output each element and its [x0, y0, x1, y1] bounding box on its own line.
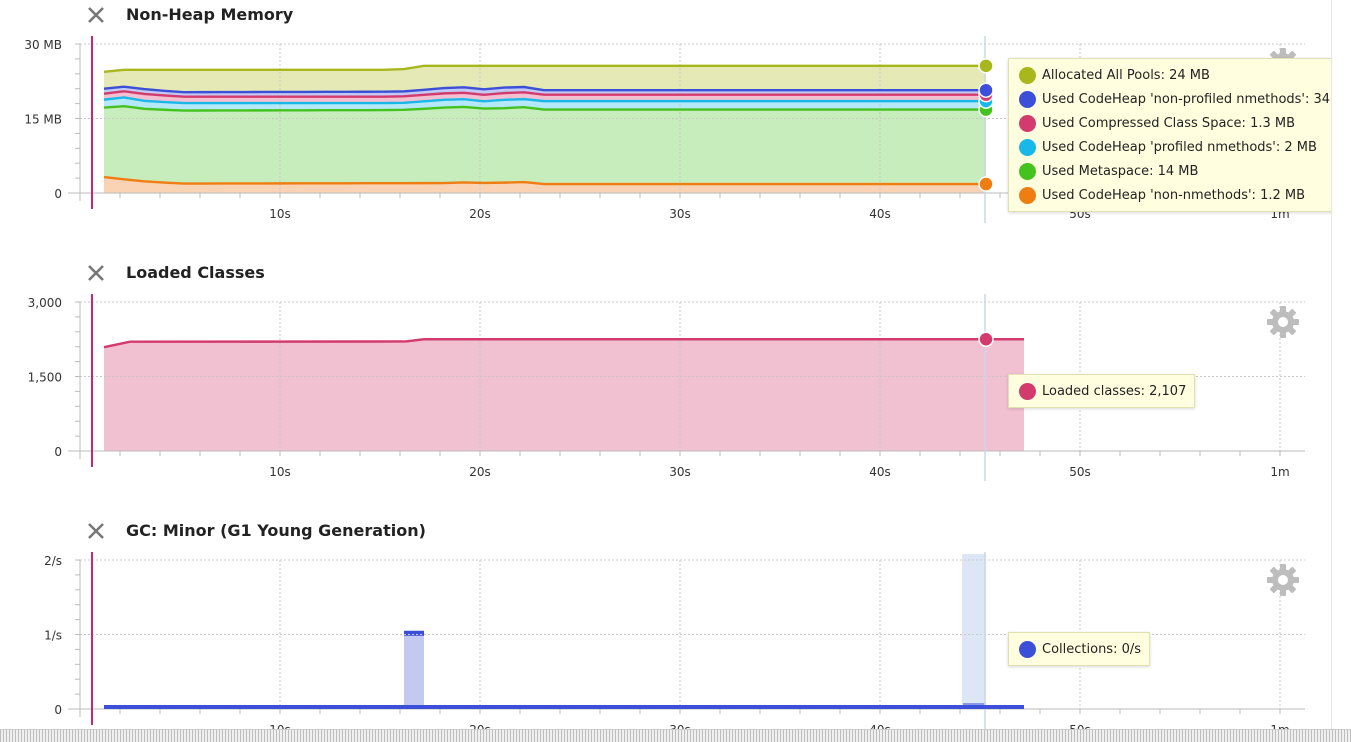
hover-column — [962, 554, 986, 709]
legend-item: Used CodeHeap 'non-profiled nmethods': 3… — [1019, 87, 1351, 111]
gc-minor-panel: GC: Minor (G1 Young Generation) 2/s1/s01… — [0, 516, 1331, 741]
legend-item: Allocated All Pools: 24 MB — [1019, 63, 1345, 87]
x-tick-label: 40s — [869, 465, 891, 479]
x-tick-label: 20s — [469, 465, 491, 479]
legend-tooltip: Allocated All Pools: 24 MB Used CodeHeap … — [1008, 58, 1351, 212]
horizontal-scrollbar[interactable] — [0, 729, 1351, 742]
legend-item: Used Compressed Class Space: 1.3 MB — [1019, 111, 1345, 135]
y-tick-label: 1/s — [44, 629, 62, 643]
legend-label: Used Compressed Class Space: 1.3 MB — [1042, 115, 1296, 131]
y-tick-label: 0 — [54, 187, 62, 201]
legend-label: Used CodeHeap 'non-nmethods': 1.2 MB — [1042, 187, 1306, 203]
legend-swatch — [1019, 162, 1036, 180]
hover-point — [978, 58, 994, 74]
legend-swatch — [1019, 90, 1036, 108]
legend-item: Loaded classes: 2,107 — [1019, 379, 1186, 403]
gear-icon[interactable] — [1266, 563, 1300, 597]
legend-label: Used CodeHeap 'non-profiled nmethods': 3… — [1042, 91, 1351, 107]
vertical-scrollbar-track[interactable] — [1331, 0, 1351, 741]
legend-item: Used Metaspace: 14 MB — [1019, 159, 1345, 183]
gc-minor-chart[interactable]: 2/s1/s010s20s30s40s50s1m — [0, 516, 1331, 741]
legend-swatch — [1019, 186, 1036, 204]
y-tick-label: 1,500 — [28, 371, 62, 385]
legend-swatch — [1019, 114, 1036, 132]
x-tick-label: 1m — [1270, 465, 1289, 479]
legend-swatch — [1019, 382, 1036, 400]
x-tick-label: 30s — [669, 207, 691, 221]
x-tick-label: 50s — [1069, 465, 1091, 479]
y-tick-label: 3,000 — [28, 296, 62, 310]
gear-icon[interactable] — [1266, 305, 1300, 339]
y-tick-label: 15 MB — [24, 113, 62, 127]
x-tick-label: 20s — [469, 207, 491, 221]
legend-item: Collections: 0/s — [1019, 637, 1141, 661]
legend-tooltip: Loaded classes: 2,107 — [1008, 374, 1196, 408]
hover-point — [978, 331, 994, 347]
legend-swatch — [1019, 66, 1036, 84]
hover-point — [978, 82, 994, 98]
legend-item: Used CodeHeap 'non-nmethods': 1.2 MB — [1019, 183, 1345, 207]
x-tick-label: 10s — [269, 207, 291, 221]
legend-swatch — [1019, 640, 1036, 658]
x-tick-label: 10s — [269, 465, 291, 479]
hover-point — [978, 176, 994, 192]
legend-label: Used CodeHeap 'profiled nmethods': 2 MB — [1042, 139, 1317, 155]
legend-label: Allocated All Pools: 24 MB — [1042, 67, 1210, 83]
y-tick-label: 0 — [54, 445, 62, 459]
legend-item: Used CodeHeap 'profiled nmethods': 2 MB — [1019, 135, 1345, 159]
x-tick-label: 30s — [669, 465, 691, 479]
area-series — [104, 339, 1024, 451]
legend-label: Collections: 0/s — [1042, 641, 1142, 657]
y-tick-label: 2/s — [44, 554, 62, 568]
y-tick-label: 30 MB — [24, 38, 62, 52]
legend-label: Used Metaspace: 14 MB — [1042, 163, 1199, 179]
gc-bar-top — [404, 630, 424, 636]
legend-swatch — [1019, 138, 1036, 156]
legend-label: Loaded classes: 2,107 — [1042, 383, 1187, 399]
area-series — [104, 106, 986, 185]
x-tick-label: 40s — [869, 207, 891, 221]
legend-tooltip: Collections: 0/s — [1008, 632, 1151, 666]
gc-bar — [404, 630, 424, 709]
y-tick-label: 0 — [54, 703, 62, 717]
